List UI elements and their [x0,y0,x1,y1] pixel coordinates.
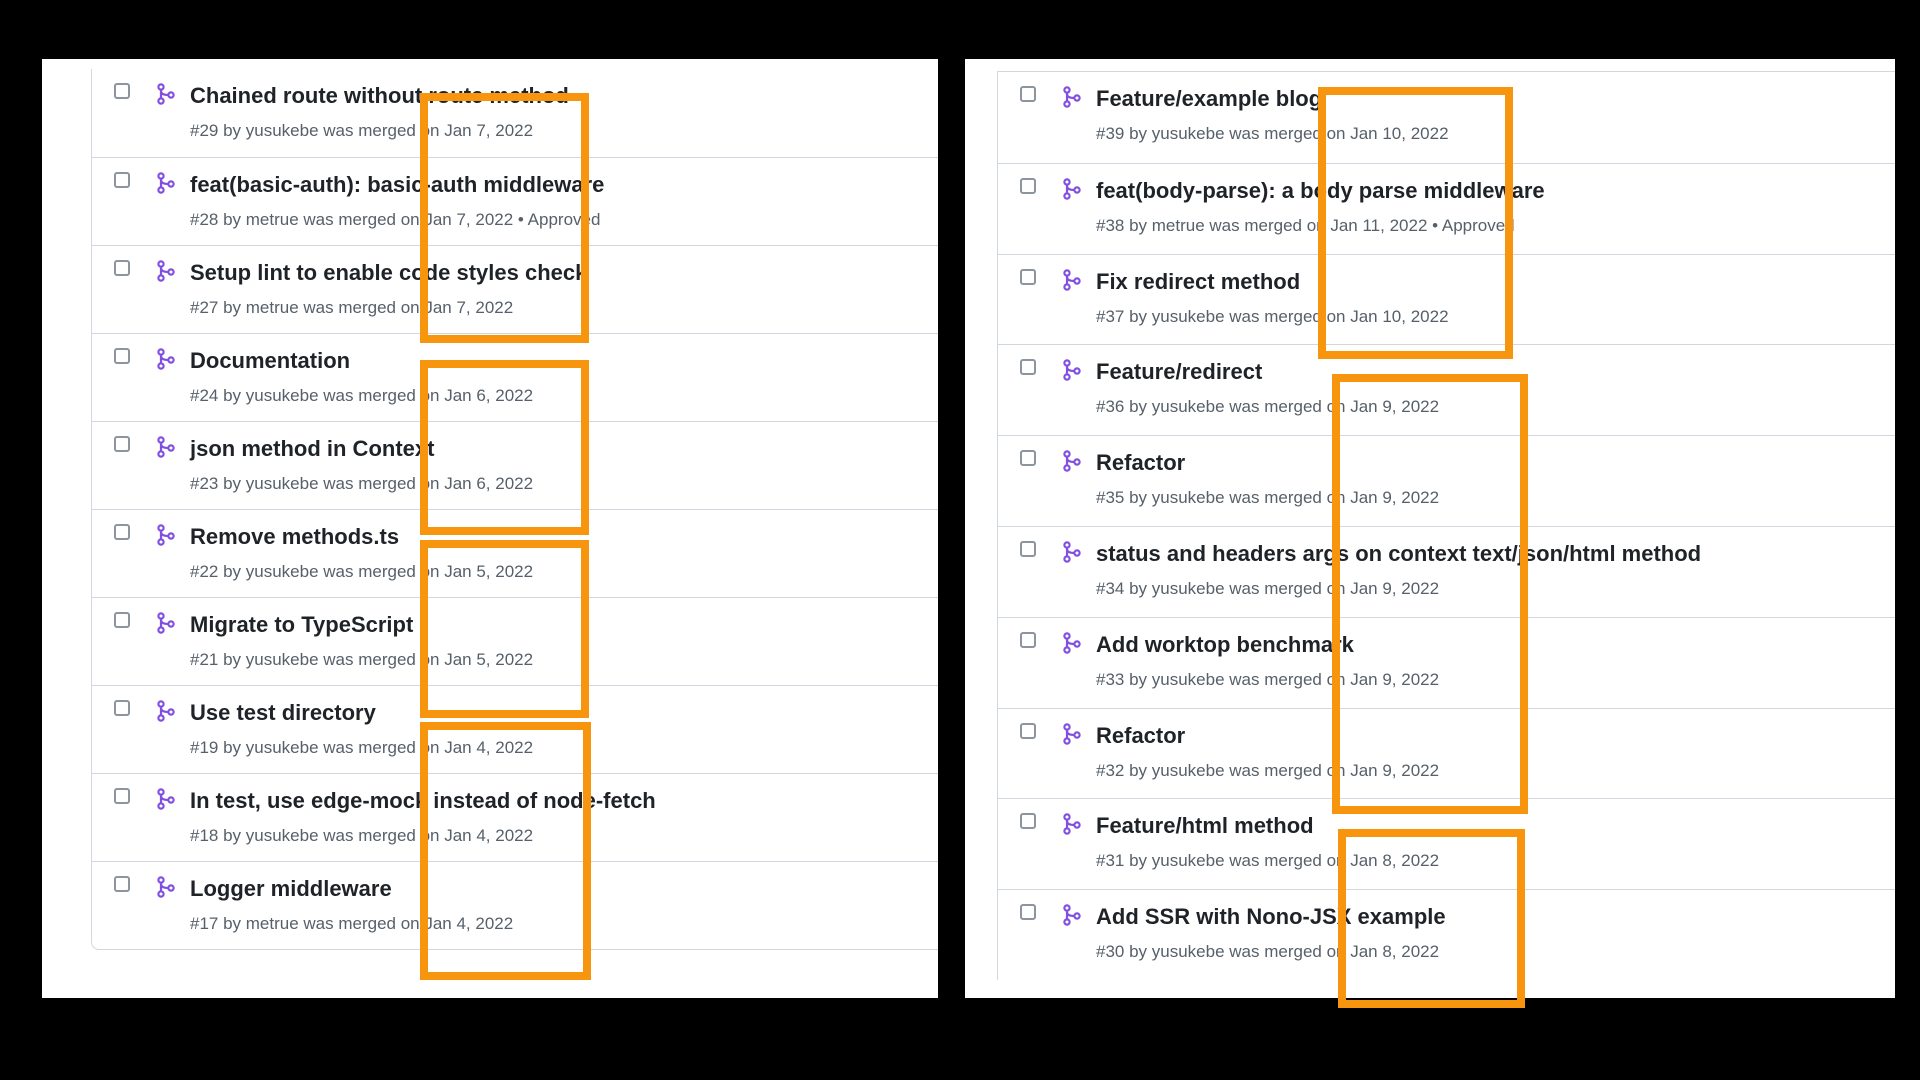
git-merge-icon [1062,904,1082,926]
git-merge-icon [156,348,176,370]
select-checkbox[interactable] [1020,359,1036,376]
pull-request-title-link[interactable]: Refactor [1096,450,1185,476]
pull-request-title-link[interactable]: Migrate to TypeScript [190,612,413,638]
git-merge-icon [1062,632,1082,654]
git-merge-icon [1062,722,1082,745]
pull-request-title-link[interactable]: Documentation [190,348,350,374]
pull-request-title-link[interactable]: Remove methods.ts [190,524,399,550]
select-checkbox[interactable] [114,83,130,99]
git-merge-icon [156,436,176,458]
git-merge-icon [156,172,176,194]
select-checkbox[interactable] [114,524,130,540]
select-checkbox[interactable] [1020,86,1036,102]
pull-request-title-link[interactable]: json method in Context [190,436,434,462]
git-merge-icon [156,524,176,546]
select-checkbox[interactable] [114,436,130,452]
pull-request-title-link[interactable]: Use test directory [190,700,376,726]
select-checkbox[interactable] [114,876,130,892]
highlight-box [420,360,589,535]
select-checkbox[interactable] [1020,177,1036,194]
select-checkbox[interactable] [114,260,130,276]
select-checkbox[interactable] [1020,631,1036,648]
pull-request-title-link[interactable]: Feature/example blog [1096,86,1322,112]
pull-request-title-link[interactable]: Refactor [1096,723,1185,749]
git-merge-icon [156,260,176,282]
git-merge-icon [1062,541,1082,563]
select-checkbox[interactable] [114,172,130,188]
highlight-box [420,540,589,718]
select-checkbox[interactable] [1020,450,1036,467]
git-merge-icon [1062,359,1082,382]
highlight-box [420,722,591,980]
pull-request-title-link[interactable]: Logger middleware [190,876,392,902]
select-checkbox[interactable] [1020,268,1036,285]
git-merge-icon [1062,178,1082,200]
select-checkbox[interactable] [1020,904,1036,921]
pull-request-title-link[interactable]: Fix redirect method [1096,269,1300,295]
select-checkbox[interactable] [1020,813,1036,830]
highlight-box [1338,829,1525,1008]
git-merge-icon [1062,86,1082,108]
pull-request-title-link[interactable]: Add worktop benchmark [1096,632,1354,658]
pull-request-title-link[interactable]: Feature/html method [1096,813,1314,839]
select-checkbox[interactable] [114,348,130,364]
git-merge-icon [1062,813,1082,836]
git-merge-icon [1062,450,1082,472]
select-checkbox[interactable] [1020,540,1036,557]
select-checkbox[interactable] [114,788,130,804]
git-merge-icon [1062,268,1082,291]
highlight-box [420,93,589,343]
select-checkbox[interactable] [114,612,130,628]
git-merge-icon [156,612,176,634]
git-merge-icon [156,876,176,898]
pull-request-title-link[interactable]: Feature/redirect [1096,359,1262,385]
git-merge-icon [156,788,176,810]
git-merge-icon [156,83,176,105]
highlight-box [1332,374,1528,814]
select-checkbox[interactable] [114,700,130,716]
git-merge-icon [156,700,176,722]
select-checkbox[interactable] [1020,722,1036,739]
highlight-box [1318,87,1513,359]
